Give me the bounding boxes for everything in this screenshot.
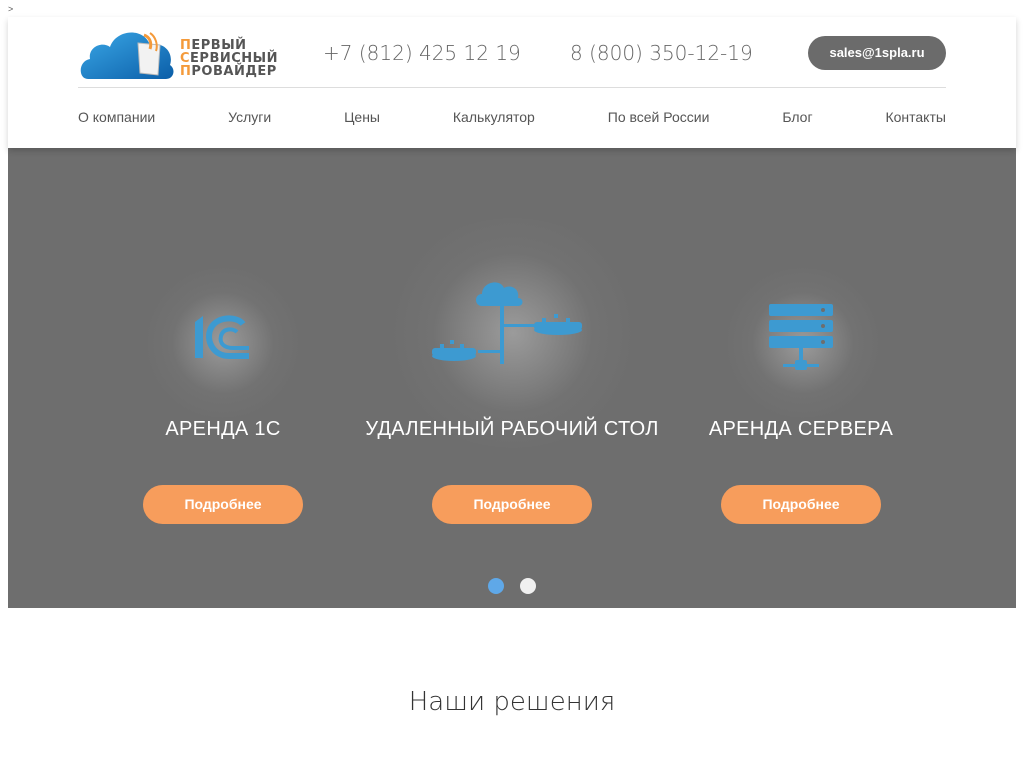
site-logo[interactable]: ПЕРВЫЙ СЕРВИСНЫЙ ПРОВАЙДЕР (78, 23, 293, 83)
slider-dot[interactable] (520, 578, 536, 594)
card-title: АРЕНДА 1С (165, 418, 281, 440)
card-title: АРЕНДА СЕРВЕРА (708, 418, 894, 440)
phone-spb[interactable]: +7 (812) 425 12 19 (323, 41, 521, 65)
more-button[interactable]: Подробнее (721, 485, 881, 524)
slider-dots (8, 578, 1016, 594)
nav-item-blog[interactable]: Блог (782, 109, 812, 125)
page-marker: > (8, 4, 14, 14)
nav-item-services[interactable]: Услуги (228, 109, 271, 125)
more-button[interactable]: Подробнее (432, 485, 592, 524)
cloud-logo-icon (80, 32, 174, 79)
logo-text: ПЕРВЫЙ СЕРВИСНЫЙ ПРОВАЙДЕР (180, 38, 279, 79)
slider-dot-active[interactable] (488, 578, 504, 594)
nav-item-prices[interactable]: Цены (344, 109, 380, 125)
1c-logo-icon (195, 315, 249, 359)
site-header: ПЕРВЫЙ СЕРВИСНЫЙ ПРОВАЙДЕР +7 (812) 425 … (8, 17, 1016, 148)
nav-item-contacts[interactable]: Контакты (885, 109, 945, 125)
section-title: Наши решения (408, 687, 616, 717)
cloud-network-icon (432, 282, 582, 364)
hero-slider: АРЕНДА 1С Подробнее УДАЛЕННЫЙ РАБОЧИЙ СТ… (8, 148, 1016, 608)
phone-free[interactable]: 8 (800) 350-12-19 (570, 41, 753, 65)
nav-item-russia[interactable]: По всей России (608, 109, 710, 125)
server-stack-icon (769, 304, 833, 370)
nav-item-about[interactable]: О компании (78, 109, 155, 125)
card-title: УДАЛЕННЫЙ РАБОЧИЙ СТОЛ (365, 418, 659, 440)
email-button[interactable]: sales@1spla.ru (808, 36, 946, 70)
more-button[interactable]: Подробнее (143, 485, 303, 524)
header-top-row: ПЕРВЫЙ СЕРВИСНЫЙ ПРОВАЙДЕР +7 (812) 425 … (78, 17, 946, 88)
nav-item-calculator[interactable]: Калькулятор (453, 109, 535, 125)
main-nav: О компании Услуги Цены Калькулятор По вс… (78, 109, 946, 125)
